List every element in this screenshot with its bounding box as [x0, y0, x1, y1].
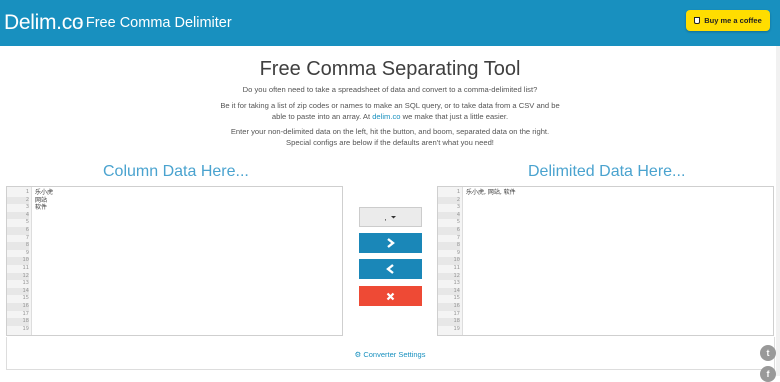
- line-number: 19: [22, 325, 29, 332]
- line-number: 4: [438, 211, 460, 220]
- line-number: 17: [453, 310, 460, 317]
- buy-me-a-coffee-label: Buy me a coffee: [704, 16, 762, 25]
- line-number: 11: [453, 265, 460, 271]
- line-number: 8: [7, 242, 29, 250]
- line-number: 15: [22, 295, 29, 302]
- line-number: 6: [7, 227, 29, 235]
- line-number: 17: [22, 310, 29, 317]
- line-number: 19: [453, 325, 460, 332]
- delimited-data-title: Delimited Data Here...: [528, 163, 686, 180]
- line-number: 5: [25, 219, 29, 226]
- revert-button[interactable]: [359, 259, 422, 279]
- line-number: 12: [438, 272, 460, 281]
- line-number: 13: [22, 280, 29, 287]
- line-number-gutter: 1 2 3 4 5 6 7 8 9 10 11 12 13 14 15 16 17 18 19: [7, 187, 32, 335]
- intro-text: Do you often need to take a spreadsheet …: [242, 85, 538, 94]
- delimiter-value: ,: [384, 212, 387, 222]
- convert-button[interactable]: [359, 233, 422, 253]
- line-number: 2: [7, 196, 29, 205]
- delimited-line-1: 乐小虎, 网站, 软件: [466, 189, 516, 196]
- line-number: 14: [7, 287, 29, 296]
- instructions-text: Enter your non-delimited data on the lef…: [230, 127, 550, 147]
- line-number: 3: [456, 204, 460, 211]
- line-number: 2: [438, 196, 460, 205]
- gear-icon: ⚙: [354, 350, 362, 359]
- description-text: Be it for taking a list of zip codes or …: [220, 101, 560, 122]
- line-number: 12: [7, 272, 29, 281]
- caret-down-icon: [390, 215, 396, 218]
- line-number: 9: [456, 249, 460, 256]
- chevron-left-icon: [386, 264, 394, 274]
- line-number: 4: [7, 211, 29, 220]
- line-number: 5: [456, 219, 460, 226]
- line-number: 18: [7, 318, 29, 326]
- line-number: 8: [438, 242, 460, 250]
- line-number: 7: [456, 234, 460, 241]
- delimited-data-editor[interactable]: 1 2 3 4 5 6 7 8 9 10 11 12 13 14 15 16 17 18 19 乐小虎, 网站, 软…: [437, 186, 774, 336]
- facebook-icon[interactable]: f: [760, 366, 776, 382]
- line-number: 15: [453, 295, 460, 302]
- line-number: 10: [438, 257, 460, 265]
- twitter-icon[interactable]: t: [760, 345, 776, 361]
- page-scrollbar[interactable]: [776, 46, 780, 376]
- line-number: 16: [7, 303, 29, 311]
- column-line-1: 乐小虎: [35, 189, 54, 196]
- column-data-title: Column Data Here...: [103, 163, 249, 180]
- line-number: 16: [438, 303, 460, 311]
- chevron-right-icon: [387, 238, 395, 248]
- line-number: 7: [25, 234, 29, 241]
- line-number: 1: [25, 189, 29, 195]
- line-number: 1: [456, 189, 460, 195]
- clear-button[interactable]: [359, 286, 422, 306]
- line-number: 3: [25, 204, 29, 211]
- line-number: 11: [22, 265, 29, 271]
- top-navbar: Delim.co - Free Comma Delimiter Buy me a…: [0, 0, 780, 46]
- line-number: 18: [438, 318, 460, 326]
- converter-settings-link[interactable]: ⚙ Converter Settings: [0, 350, 780, 359]
- column-line-3: 软件: [35, 204, 48, 212]
- line-number-gutter: 1 2 3 4 5 6 7 8 9 10 11 12 13 14 15 16 17 18 19: [438, 187, 463, 335]
- converter-settings-label: Converter Settings: [363, 350, 426, 359]
- line-number: 9: [25, 249, 29, 256]
- buy-me-a-coffee-button[interactable]: Buy me a coffee: [686, 10, 770, 31]
- delim-link[interactable]: delim.co: [372, 112, 400, 121]
- times-icon: [386, 292, 395, 300]
- line-number: 6: [438, 227, 460, 235]
- page-title: Free Comma Separating Tool: [259, 58, 521, 80]
- description-text-end: we make that just a little easier.: [400, 111, 509, 121]
- line-number: 13: [453, 280, 460, 287]
- line-number: 14: [438, 287, 460, 296]
- coffee-cup-icon: [694, 17, 701, 24]
- site-tagline: - Free Comma Delimiter: [77, 15, 232, 31]
- delimiter-select[interactable]: ,: [359, 207, 422, 227]
- line-number: 10: [7, 257, 29, 265]
- column-data-editor[interactable]: 1 2 3 4 5 6 7 8 9 10 11 12 13 14 15 16 17 18 19 乐小虎 网站 软件: [6, 186, 343, 336]
- site-logo[interactable]: Delim.co: [4, 11, 84, 35]
